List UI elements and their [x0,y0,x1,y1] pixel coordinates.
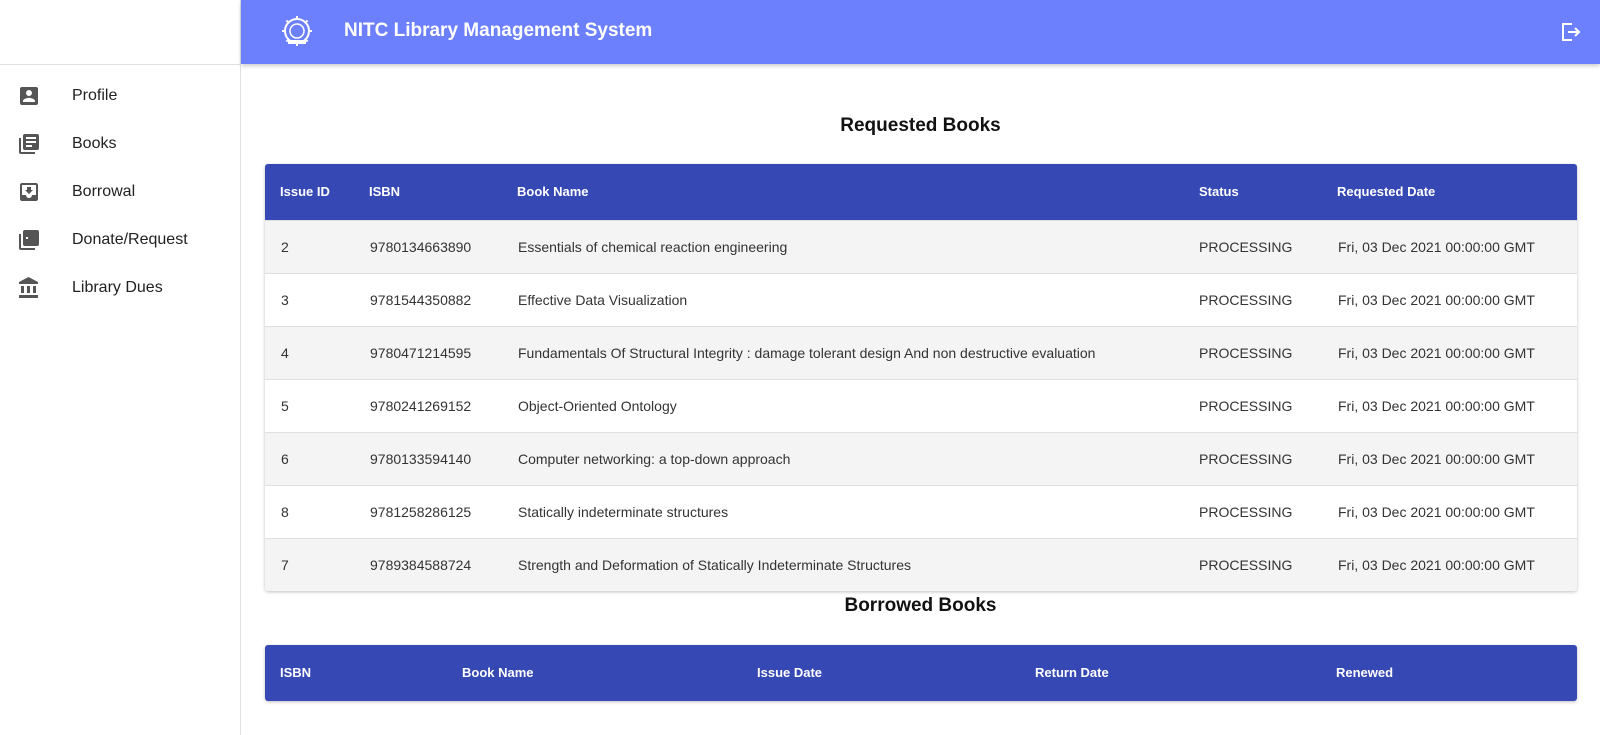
sidebar-item-label: Borrowal [72,183,136,200]
sidebar-item-donate-request[interactable]: Donate/Request [0,216,240,264]
table-row[interactable]: 7 9789384588724 Strength and Deformation… [265,538,1577,591]
cell-isbn: 9780134663890 [370,239,472,255]
cell-status: PROCESSING [1199,239,1293,255]
cell-status: PROCESSING [1199,398,1293,414]
column-header-return-date[interactable]: Return Date [1035,665,1109,680]
cell-issue-id: 7 [281,557,289,573]
cell-requested-date: Fri, 03 Dec 2021 00:00:00 GMT [1338,557,1535,573]
move-to-inbox-icon [20,183,38,201]
table-row[interactable]: 3 9781544350882 Effective Data Visualiza… [265,273,1577,326]
cell-requested-date: Fri, 03 Dec 2021 00:00:00 GMT [1338,345,1535,361]
column-header-issue-id[interactable]: Issue ID [280,184,330,199]
cell-isbn: 9780133594140 [370,451,472,467]
sidebar-item-label: Donate/Request [72,231,188,248]
app-title: NITC Library Management System [344,20,653,41]
table-row[interactable]: 4 9780471214595 Fundamentals Of Structur… [265,326,1577,379]
cell-status: PROCESSING [1199,292,1293,308]
cell-requested-date: Fri, 03 Dec 2021 00:00:00 GMT [1338,451,1535,467]
table-row[interactable]: 5 9780241269152 Object-Oriented Ontology… [265,379,1577,432]
library-books-icon [19,134,39,154]
table-header: Issue ID ISBN Book Name Status Requested… [265,164,1577,220]
column-header-isbn[interactable]: ISBN [280,665,311,680]
sidebar-item-label: Library Dues [72,279,163,296]
cell-requested-date: Fri, 03 Dec 2021 00:00:00 GMT [1338,504,1535,520]
cell-issue-id: 3 [281,292,289,308]
cell-requested-date: Fri, 03 Dec 2021 00:00:00 GMT [1338,292,1535,308]
borrowed-books-table: ISBN Book Name Issue Date Return Date Re… [265,645,1577,701]
table-header: ISBN Book Name Issue Date Return Date Re… [265,645,1577,701]
cell-isbn: 9781544350882 [370,292,472,308]
table-row[interactable]: 2 9780134663890 Essentials of chemical r… [265,220,1577,273]
cell-book-name: Effective Data Visualization [518,292,688,308]
library-add-icon [19,230,39,250]
account-box-icon [20,87,38,105]
cell-issue-id: 4 [281,345,289,361]
cell-status: PROCESSING [1199,451,1293,467]
table-row[interactable]: 6 9780133594140 Computer networking: a t… [265,432,1577,485]
cell-isbn: 9781258286125 [370,504,472,520]
table-row[interactable]: 8 9781258286125 Statically indeterminate… [265,485,1577,538]
institute-emblem-icon [282,16,312,46]
cell-book-name: Statically indeterminate structures [518,504,729,520]
cell-status: PROCESSING [1199,504,1293,520]
column-header-issue-date[interactable]: Issue Date [757,665,822,680]
column-header-book-name[interactable]: Book Name [462,665,534,680]
cell-isbn: 9789384588724 [370,557,472,573]
cell-book-name: Strength and Deformation of Statically I… [518,557,911,573]
column-header-status[interactable]: Status [1199,184,1239,199]
cell-isbn: 9780471214595 [370,345,472,361]
sidebar-item-label: Books [72,135,117,152]
sidebar: Profile Books Borrowal Donate/Request Li… [0,0,241,735]
logout-icon[interactable] [1558,20,1582,44]
cell-book-name: Computer networking: a top-down approach [518,451,791,467]
cell-requested-date: Fri, 03 Dec 2021 00:00:00 GMT [1338,239,1535,255]
sidebar-item-books[interactable]: Books [0,120,240,168]
sidebar-item-library-dues[interactable]: Library Dues [0,264,240,312]
app-bar: NITC Library Management System [241,0,1600,64]
bank-icon [19,277,38,298]
requested-books-table: Issue ID ISBN Book Name Status Requested… [265,164,1577,591]
cell-isbn: 9780241269152 [370,398,472,414]
cell-requested-date: Fri, 03 Dec 2021 00:00:00 GMT [1338,398,1535,414]
cell-status: PROCESSING [1199,345,1293,361]
sidebar-item-borrowal[interactable]: Borrowal [0,168,240,216]
cell-book-name: Essentials of chemical reaction engineer… [518,239,788,255]
cell-book-name: Fundamentals Of Structural Integrity : d… [518,345,1096,361]
sidebar-header [0,0,240,65]
cell-issue-id: 6 [281,451,289,467]
borrowed-books-title: Borrowed Books [844,595,997,616]
cell-issue-id: 2 [281,239,289,255]
sidebar-item-label: Profile [72,87,118,104]
cell-issue-id: 8 [281,504,289,520]
sidebar-item-profile[interactable]: Profile [0,72,240,120]
cell-book-name: Object-Oriented Ontology [518,398,677,414]
column-header-book-name[interactable]: Book Name [517,184,589,199]
cell-status: PROCESSING [1199,557,1293,573]
column-header-requested-date[interactable]: Requested Date [1337,184,1435,199]
column-header-isbn[interactable]: ISBN [369,184,400,199]
column-header-renewed[interactable]: Renewed [1336,665,1393,680]
requested-books-title: Requested Books [840,115,1001,136]
cell-issue-id: 5 [281,398,289,414]
